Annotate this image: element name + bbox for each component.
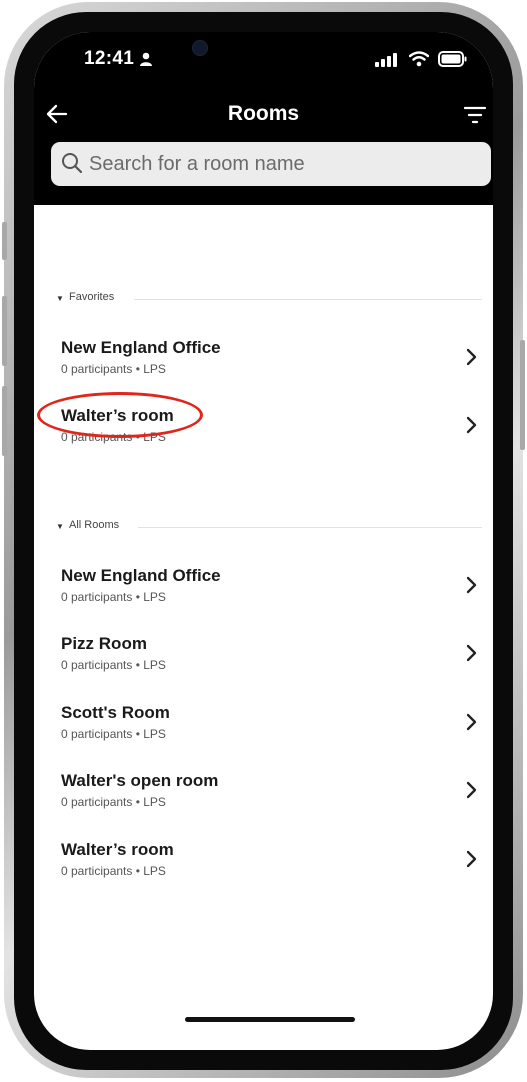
chevron-right-icon <box>466 713 477 731</box>
room-meta: 0 participants • LPS <box>61 727 166 741</box>
room-name: Walter’s room <box>61 406 174 425</box>
all-rooms-section-header[interactable]: ▼ All Rooms <box>56 519 482 535</box>
page-title: Rooms <box>227 102 300 125</box>
collapse-caret-icon: ▼ <box>56 522 64 531</box>
room-name: New England Office <box>61 566 221 585</box>
search-icon <box>62 153 83 174</box>
phone-screen: 12:41 Rooms Search for a room name ▼ Fav… <box>34 32 493 1050</box>
room-meta: 0 participants • LPS <box>61 430 166 444</box>
room-name: Scott's Room <box>61 703 170 722</box>
section-label: All Rooms <box>69 519 120 531</box>
section-label: Favorites <box>69 291 115 303</box>
wifi-icon <box>409 51 429 67</box>
chevron-right-icon <box>466 416 477 434</box>
room-row[interactable]: New England Office 0 participants • LPS <box>34 338 493 390</box>
favorites-section-header[interactable]: ▼ Favorites <box>56 291 482 307</box>
chevron-right-icon <box>466 781 477 799</box>
volume-up-button <box>2 296 7 366</box>
room-meta: 0 participants • LPS <box>61 864 166 878</box>
room-row[interactable]: Walter's open room 0 participants • LPS <box>34 771 493 823</box>
room-meta: 0 participants • LPS <box>61 795 166 809</box>
power-button <box>520 340 525 450</box>
signal-icon <box>375 53 397 67</box>
room-name: Walter’s room <box>61 840 174 859</box>
section-divider <box>134 299 482 300</box>
app-header: 12:41 Rooms <box>34 32 493 205</box>
filter-icon[interactable] <box>464 106 486 124</box>
battery-icon <box>438 51 467 67</box>
room-meta: 0 participants • LPS <box>61 658 166 672</box>
room-name: Walter's open room <box>61 771 219 790</box>
room-row[interactable]: Walter’s room 0 participants • LPS <box>34 840 493 892</box>
room-name: New England Office <box>61 338 221 357</box>
room-meta: 0 participants • LPS <box>61 362 166 376</box>
action-button <box>2 222 7 260</box>
person-icon <box>140 52 152 66</box>
home-indicator[interactable] <box>185 1017 355 1022</box>
room-meta: 0 participants • LPS <box>61 590 166 604</box>
volume-down-button <box>2 386 7 456</box>
room-row[interactable]: Walter’s room 0 participants • LPS <box>34 392 493 458</box>
section-divider <box>138 527 482 528</box>
status-time: 12:41 <box>84 48 135 69</box>
chevron-right-icon <box>466 850 477 868</box>
room-row[interactable]: New England Office 0 participants • LPS <box>34 566 493 618</box>
search-bar[interactable] <box>51 142 491 186</box>
collapse-caret-icon: ▼ <box>56 294 64 303</box>
chevron-right-icon <box>466 644 477 662</box>
room-row[interactable]: Scott's Room 0 participants • LPS <box>34 703 493 755</box>
front-camera <box>192 40 208 56</box>
room-row[interactable]: Pizz Room 0 participants • LPS <box>34 634 493 686</box>
chevron-right-icon <box>466 576 477 594</box>
room-name: Pizz Room <box>61 634 147 653</box>
chevron-right-icon <box>466 348 477 366</box>
search-input[interactable] <box>89 142 479 186</box>
